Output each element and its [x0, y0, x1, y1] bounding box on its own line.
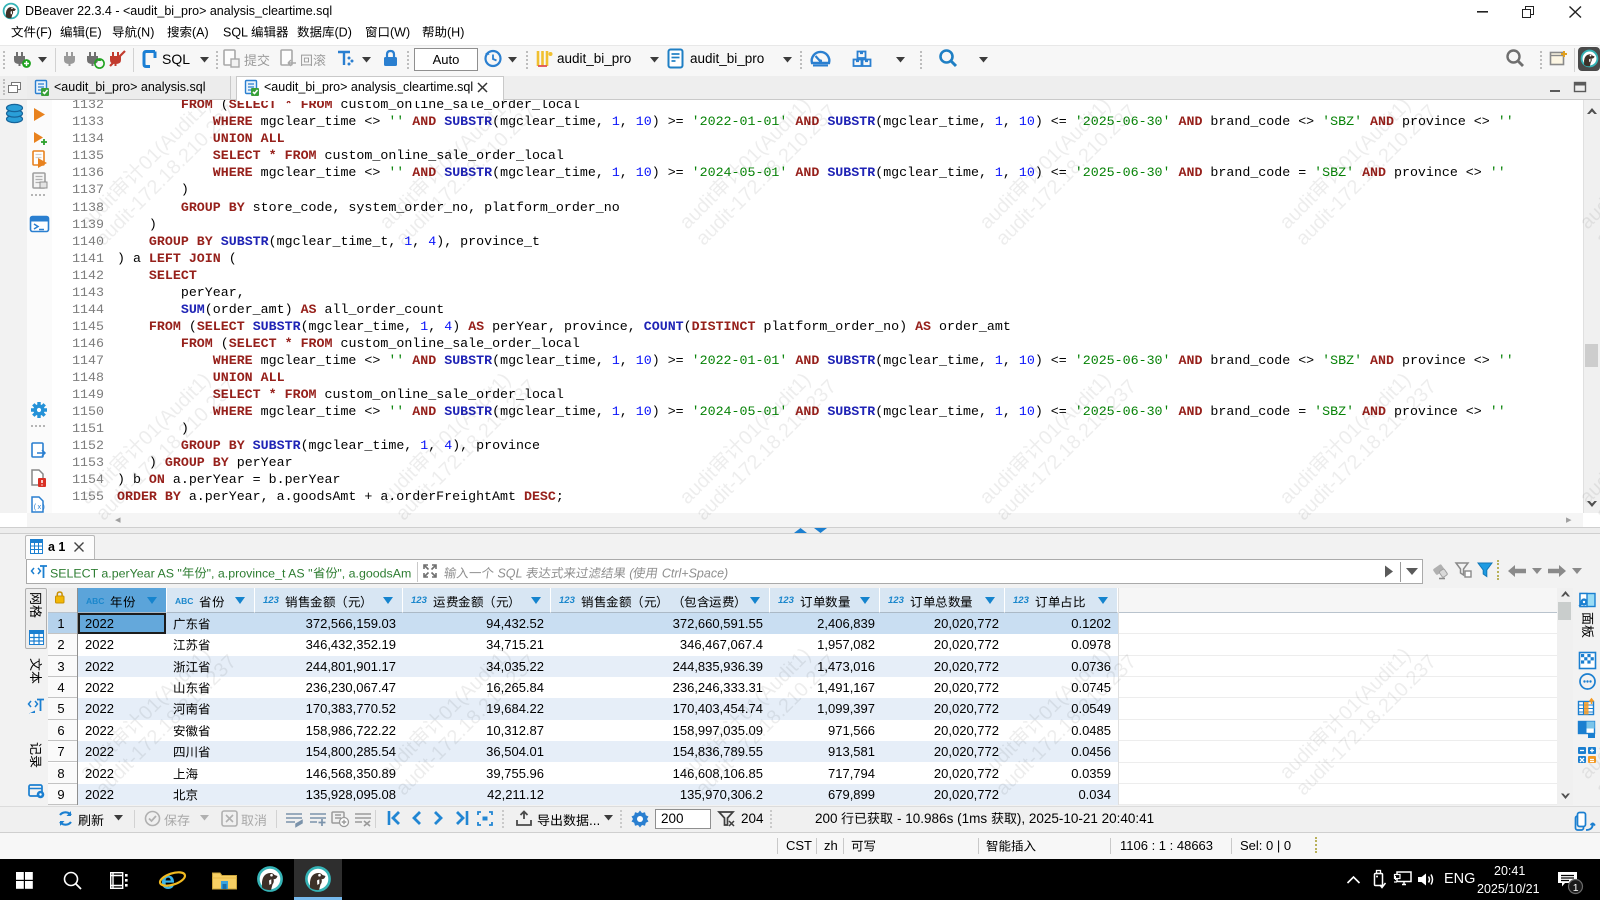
svg-text:e: e: [161, 867, 175, 895]
svg-text:1: 1: [1573, 882, 1579, 894]
